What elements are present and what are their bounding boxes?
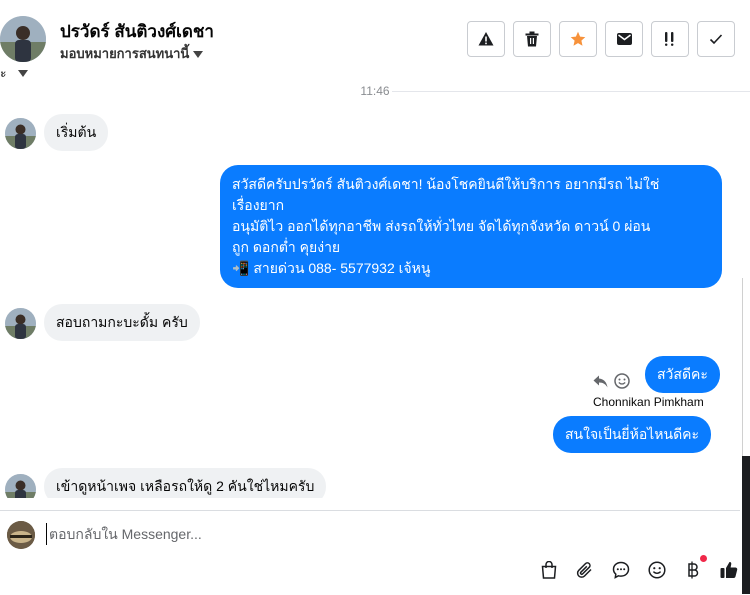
payment-button[interactable] (682, 555, 707, 581)
mark-spam-button[interactable] (467, 21, 505, 57)
contact-avatar-small[interactable] (5, 474, 36, 498)
scrollbar-track[interactable] (742, 456, 750, 594)
saved-replies-button[interactable] (610, 559, 632, 581)
outgoing-message[interactable]: สวัสดีครับปรวัดร์ สันติวงศ์เดชา! น้องโชค… (220, 165, 722, 288)
paperclip-icon (576, 562, 592, 578)
react-emoji-icon[interactable] (614, 373, 630, 389)
check-icon (709, 34, 723, 45)
contact-avatar-small[interactable] (5, 308, 36, 339)
message-timestamp: 11:46 (360, 84, 390, 98)
attach-button[interactable] (574, 559, 596, 581)
chevron-down-icon (17, 70, 28, 78)
thumbs-up-icon (720, 562, 738, 579)
notification-dot (700, 555, 707, 562)
assign-label: มอบหมายการสนทนานี้ (60, 46, 190, 61)
shopping-bag-icon (541, 561, 557, 579)
message-line: สวัสดีครับปรวัดร์ สันติวงศ์เดชา! น้องโชค… (232, 176, 660, 192)
follow-up-icon (665, 32, 674, 46)
mark-unread-button[interactable] (605, 21, 643, 57)
reply-icon[interactable] (593, 375, 608, 388)
emoji-icon (648, 561, 666, 579)
message-line: ถูก ดอกต่ำ คุยง่าย (232, 239, 341, 255)
trash-icon (525, 31, 539, 47)
contact-avatar[interactable] (0, 16, 46, 62)
mark-done-button[interactable] (697, 21, 735, 57)
chevron-down-icon (193, 51, 204, 59)
reply-input[interactable] (46, 523, 649, 545)
baht-payment-icon (688, 561, 699, 579)
message-thread: 11:46 เริ่มต้น สวัสดีครับปรวัดร์ สันติวง… (0, 84, 750, 498)
contact-name[interactable]: ปรวัดร์ สันติวงศ์เดชา (60, 18, 214, 45)
message-composer (0, 510, 740, 595)
message-line: เรื่องยาก (232, 197, 285, 213)
message-line: อนุมัติไว ออกได้ทุกอาชีพ ส่งรถให้ทั่วไทย… (232, 218, 651, 234)
delete-button[interactable] (513, 21, 551, 57)
message-line: 📲 สายด่วน 088- 5577932 เจ้หนู (232, 260, 431, 276)
conversation-actions (467, 21, 735, 57)
outgoing-message[interactable]: สวัสดีคะ (645, 356, 720, 393)
status-label: ะ (0, 66, 7, 80)
saved-reply-icon (612, 561, 630, 579)
shop-button[interactable] (538, 559, 560, 581)
incoming-message[interactable]: เข้าดูหน้าเพจ เหลือรถให้ดู 2 คันใช่ไหมคร… (44, 468, 327, 498)
like-button[interactable] (718, 559, 740, 581)
message-actions (593, 373, 630, 389)
sender-name: Chonnikan Pimkham (593, 395, 704, 409)
contact-avatar-small[interactable] (5, 118, 36, 149)
envelope-icon (616, 33, 632, 45)
emoji-button[interactable] (646, 559, 668, 581)
incoming-message[interactable]: เริ่มต้น (44, 114, 109, 151)
star-button[interactable] (559, 21, 597, 57)
page-avatar (7, 521, 35, 549)
incoming-message[interactable]: สอบถามกะบะดั้ม ครับ (44, 304, 200, 341)
conversation-header: ะ ปรวัดร์ สันติวงศ์เดชา มอบหมายการสนทนาน… (0, 0, 750, 84)
composer-toolbar (538, 555, 740, 581)
status-dropdown[interactable]: ะ (0, 64, 28, 83)
outgoing-message[interactable]: สนใจเป็นยี่ห้อไหนดีคะ (553, 416, 712, 453)
follow-up-button[interactable] (651, 21, 689, 57)
star-icon (570, 31, 586, 46)
assign-conversation-dropdown[interactable]: มอบหมายการสนทนานี้ (60, 43, 204, 64)
warning-icon (478, 32, 494, 46)
